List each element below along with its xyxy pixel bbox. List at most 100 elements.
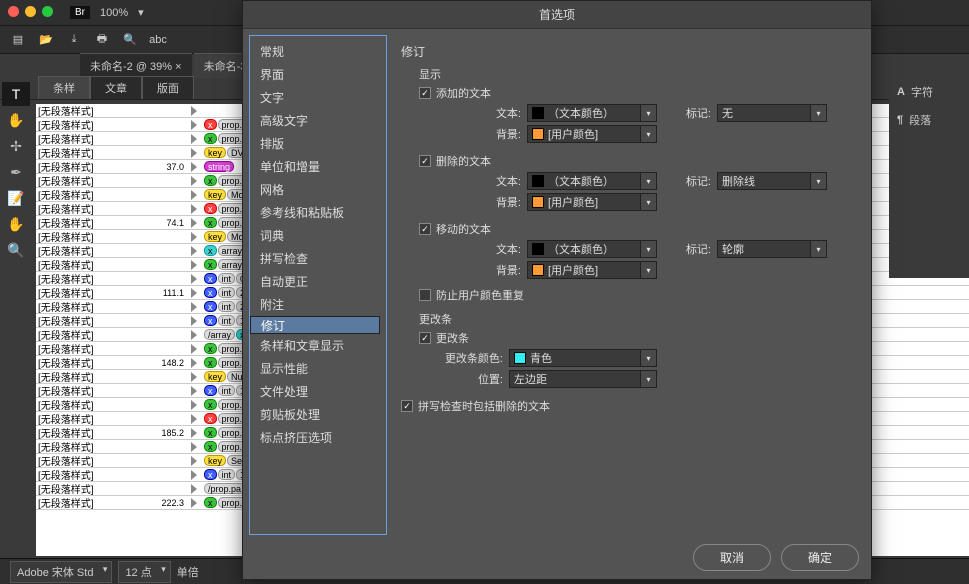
disclosure-cell[interactable] [186, 176, 202, 186]
deleted-mark-select[interactable]: 删除线▾ [717, 172, 827, 190]
move-tool-icon[interactable]: ✢ [2, 134, 30, 158]
disclosure-cell[interactable] [186, 470, 202, 480]
subtab-story[interactable]: 文章 [90, 76, 142, 99]
disclosure-cell[interactable] [186, 442, 202, 452]
prefs-nav-item[interactable]: 拼写检查 [250, 247, 386, 270]
added-bg-select[interactable]: [用户颜色]▾ [527, 125, 657, 143]
prefs-nav-item[interactable]: 文字 [250, 86, 386, 109]
new-icon[interactable]: ▤ [10, 32, 26, 48]
subtab-layout[interactable]: 版面 [142, 76, 194, 99]
added-text-checkbox[interactable] [419, 87, 431, 99]
disclosure-cell[interactable] [186, 218, 202, 228]
font-dropdown[interactable]: Adobe 宋体 Std [10, 561, 112, 583]
added-text-color-select[interactable]: （文本颜色）▾ [527, 104, 657, 122]
panel-character[interactable]: A字符 [889, 78, 969, 106]
prefs-nav-item[interactable]: 修订 [250, 316, 380, 334]
prefs-nav-item[interactable]: 显示性能 [250, 357, 386, 380]
note-tool-icon[interactable]: 📝 [2, 186, 30, 210]
para-style-cell: [无段落样式] [36, 271, 156, 286]
zoom-level[interactable]: 100% [100, 7, 128, 19]
disclosure-cell[interactable] [186, 428, 202, 438]
prefs-nav-item[interactable]: 词典 [250, 224, 386, 247]
zoom-tool-icon[interactable]: 🔍 [2, 238, 30, 262]
pen-tool-icon[interactable]: ✒ [2, 160, 30, 184]
disclosure-cell[interactable] [186, 260, 202, 270]
save-icon[interactable]: ⤓ [66, 32, 82, 48]
disclosure-cell[interactable] [186, 274, 202, 284]
disclosure-cell[interactable] [186, 246, 202, 256]
spell-icon[interactable]: abc [150, 32, 166, 48]
spell-include-checkbox[interactable] [401, 400, 413, 412]
prefs-nav-item[interactable]: 网格 [250, 178, 386, 201]
moved-bg-select[interactable]: [用户颜色]▾ [527, 261, 657, 279]
ok-button[interactable]: 确定 [781, 544, 859, 571]
disclosure-cell[interactable] [186, 204, 202, 214]
moved-mark-select[interactable]: 轮廓▾ [717, 240, 827, 258]
prefs-nav-item[interactable]: 高级文字 [250, 109, 386, 132]
changebar-color-select[interactable]: 青色▾ [509, 349, 657, 367]
prefs-nav-item[interactable]: 剪贴板处理 [250, 403, 386, 426]
prefs-nav-item[interactable]: 常规 [250, 40, 386, 63]
disclosure-cell[interactable] [186, 148, 202, 158]
prefs-nav-item[interactable]: 文件处理 [250, 380, 386, 403]
print-icon[interactable]: 🖶 [94, 32, 110, 48]
added-mark-select[interactable]: 无▾ [717, 104, 827, 122]
moved-text-checkbox[interactable] [419, 223, 431, 235]
prefs-nav-item[interactable]: 排版 [250, 132, 386, 155]
disclosure-cell[interactable] [186, 358, 202, 368]
deleted-text-checkbox[interactable] [419, 155, 431, 167]
disclosure-cell[interactable] [186, 400, 202, 410]
prefs-nav-item[interactable]: 条样和文章显示 [250, 334, 386, 357]
prefs-nav-item[interactable]: 附注 [250, 293, 386, 316]
measure-cell: 222.3 [156, 498, 186, 508]
disclosure-cell[interactable] [186, 106, 202, 116]
prefs-nav-item[interactable]: 界面 [250, 63, 386, 86]
disclosure-cell[interactable] [186, 484, 202, 494]
prevent-dup-checkbox[interactable] [419, 289, 431, 301]
disclosure-cell[interactable] [186, 386, 202, 396]
disclosure-cell[interactable] [186, 456, 202, 466]
prefs-nav-item[interactable]: 自动更正 [250, 270, 386, 293]
size-dropdown[interactable]: 12 点 [118, 561, 170, 583]
doc-tab-1[interactable]: 未命名-2 @ 39% × [80, 53, 192, 78]
disclosure-cell[interactable] [186, 414, 202, 424]
disclosure-cell[interactable] [186, 162, 202, 172]
panel-label: 字符 [911, 84, 933, 100]
chevron-down-icon: ▾ [810, 241, 826, 257]
disclosure-cell[interactable] [186, 302, 202, 312]
close-icon[interactable]: × [175, 61, 181, 73]
disclosure-cell[interactable] [186, 134, 202, 144]
minimize-window-icon[interactable] [25, 6, 36, 17]
disclosure-cell[interactable] [186, 498, 202, 508]
moved-text-color-select[interactable]: （文本颜色）▾ [527, 240, 657, 258]
changebar-checkbox[interactable] [419, 332, 431, 344]
disclosure-cell[interactable] [186, 316, 202, 326]
disclosure-cell[interactable] [186, 372, 202, 382]
prefs-nav-item[interactable]: 单位和增量 [250, 155, 386, 178]
disclosure-cell[interactable] [186, 120, 202, 130]
open-icon[interactable]: 📂 [38, 32, 54, 48]
mark-label: 标记: [657, 173, 717, 189]
panel-paragraph[interactable]: ¶段落 [889, 106, 969, 134]
disclosure-cell[interactable] [186, 344, 202, 354]
bridge-badge[interactable]: Br [70, 6, 90, 19]
subtab-strip[interactable]: 条样 [38, 76, 90, 99]
disclosure-cell[interactable] [186, 330, 202, 340]
disclosure-cell[interactable] [186, 190, 202, 200]
prefs-nav-item[interactable]: 参考线和粘贴板 [250, 201, 386, 224]
deleted-bg-select[interactable]: [用户颜色]▾ [527, 193, 657, 211]
deleted-text-color-select[interactable]: （文本颜色）▾ [527, 172, 657, 190]
grab-tool-icon[interactable]: ✋ [2, 212, 30, 236]
type-tool-icon[interactable]: T [2, 82, 30, 106]
search-icon[interactable]: 🔍 [122, 32, 138, 48]
prefs-nav-item[interactable]: 标点挤压选项 [250, 426, 386, 449]
changebar-pos-select[interactable]: 左边距▾ [509, 370, 657, 388]
close-window-icon[interactable] [8, 6, 19, 17]
disclosure-cell[interactable] [186, 232, 202, 242]
zoom-chevron-icon[interactable]: ▾ [138, 6, 144, 19]
hand-tool-icon[interactable]: ✋ [2, 108, 30, 132]
disclosure-cell[interactable] [186, 288, 202, 298]
cancel-button[interactable]: 取消 [693, 544, 771, 571]
zoom-window-icon[interactable] [42, 6, 53, 17]
triangle-icon [191, 456, 197, 466]
